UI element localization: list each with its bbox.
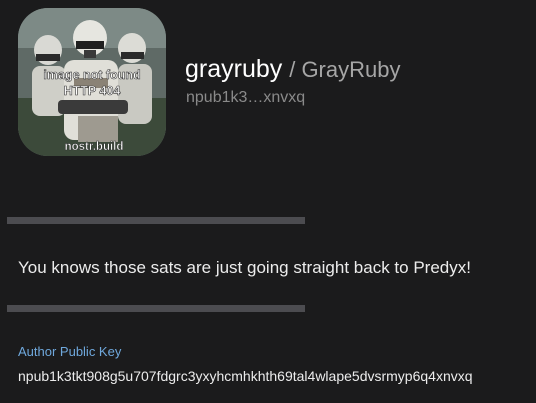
profile-avatar[interactable]: image not found HTTP 404 nostr.build bbox=[18, 8, 166, 156]
note-page: image not found HTTP 404 nostr.build gra… bbox=[0, 0, 536, 403]
note-content: You knows those sats are just going stra… bbox=[18, 258, 471, 277]
profile-name[interactable]: grayruby / GrayRuby bbox=[185, 55, 400, 84]
divider-top bbox=[7, 217, 305, 224]
author-pubkey-label: Author Public Key bbox=[18, 344, 122, 359]
avatar-error-text: image not found bbox=[43, 68, 140, 82]
avatar-watermark: nostr.build bbox=[65, 141, 124, 153]
profile-name-text: grayruby bbox=[185, 55, 283, 83]
profile-display-name: / GrayRuby bbox=[289, 57, 401, 82]
profile-npub-short[interactable]: npub1k3…xnvxq bbox=[186, 89, 305, 107]
author-pubkey-value[interactable]: npub1k3tkt908g5u707fdgrc3yxyhcmhkhth69ta… bbox=[18, 368, 473, 384]
avatar-image: image not found HTTP 404 nostr.build bbox=[18, 8, 166, 156]
avatar-error-code: HTTP 404 bbox=[64, 84, 121, 98]
divider-bottom bbox=[7, 305, 305, 312]
